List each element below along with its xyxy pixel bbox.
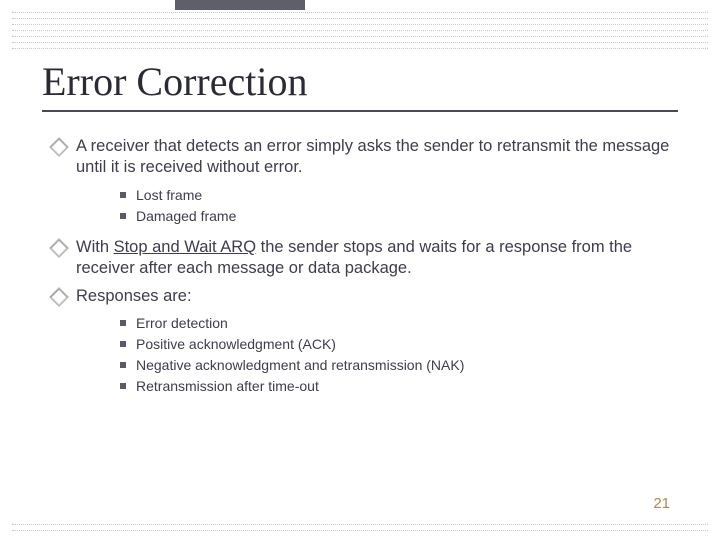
main-list: A receiver that detects an error simply …: [42, 136, 678, 397]
top-rule-lines: [12, 12, 708, 54]
title-underline: [42, 110, 678, 112]
sub-list-responses: Error detection Positive acknowledgment …: [76, 313, 678, 397]
bottom-rule-lines: [12, 524, 708, 536]
sub-text: Damaged frame: [136, 208, 236, 224]
sub-text: Positive acknowledgment (ACK): [136, 336, 336, 352]
sub-bullet-ack: Positive acknowledgment (ACK): [118, 334, 678, 355]
bullet-text-underline: Stop and Wait ARQ: [114, 238, 256, 256]
slide-title: Error Correction: [42, 58, 678, 105]
sub-text: Error detection: [136, 315, 228, 331]
bullet-text-pre: With: [76, 238, 114, 256]
page-number: 21: [653, 495, 670, 512]
sub-bullet-timeout: Retransmission after time-out: [118, 376, 678, 397]
bullet-receiver-retransmit: A receiver that detects an error simply …: [52, 136, 678, 227]
sub-text: Lost frame: [136, 187, 202, 203]
bullet-text: A receiver that detects an error simply …: [76, 137, 669, 176]
sub-text: Retransmission after time-out: [136, 378, 319, 394]
sub-bullet-error-detection: Error detection: [118, 313, 678, 334]
bullet-responses: Responses are: Error detection Positive …: [52, 286, 678, 397]
sub-list-frame-errors: Lost frame Damaged frame: [76, 185, 678, 227]
sub-bullet-lost-frame: Lost frame: [118, 185, 678, 206]
sub-text: Negative acknowledgment and retransmissi…: [136, 357, 464, 373]
sub-bullet-nak: Negative acknowledgment and retransmissi…: [118, 355, 678, 376]
slide-content: Error Correction A receiver that detects…: [42, 58, 678, 407]
bullet-stop-and-wait: With Stop and Wait ARQ the sender stops …: [52, 237, 678, 280]
sub-bullet-damaged-frame: Damaged frame: [118, 206, 678, 227]
top-tab-decoration: [175, 0, 305, 10]
bullet-text: Responses are:: [76, 287, 192, 305]
